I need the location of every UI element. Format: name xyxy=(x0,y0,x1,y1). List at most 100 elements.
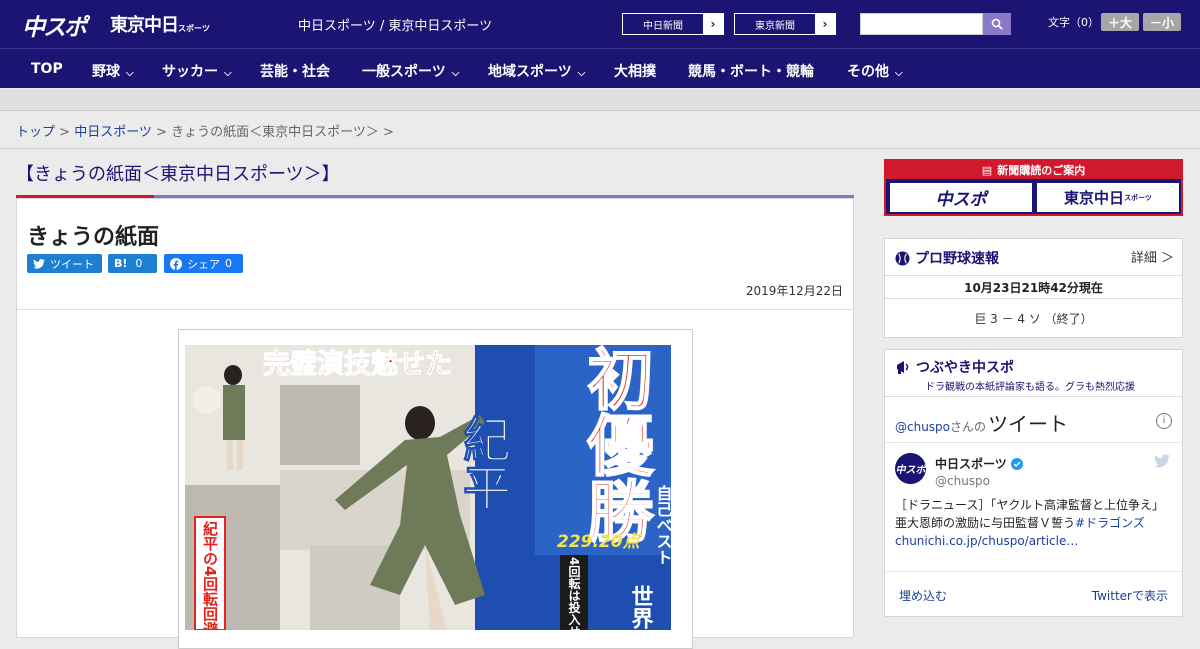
embed-link[interactable]: 埋め込む xyxy=(899,587,947,604)
ext-link-label: 中日新聞 xyxy=(643,20,683,32)
nav-item-soccer[interactable]: サッカー ⌵ xyxy=(162,61,232,81)
tweet-account[interactable]: 中日スポーツ xyxy=(935,455,1023,472)
tweet-account-handle[interactable]: @chuspo xyxy=(935,474,990,488)
breadcrumb-chuspo[interactable]: 中日スポーツ xyxy=(74,125,152,140)
nav-label: 地域スポーツ xyxy=(488,64,572,80)
chevron-right-icon: › xyxy=(703,14,723,34)
twitter-header-main: ツイート xyxy=(988,412,1069,436)
facebook-count: 0 xyxy=(225,257,232,270)
avatar[interactable]: 中スポ xyxy=(895,453,926,484)
tokyo-chunichi-logo[interactable]: 東京中日スポーツ xyxy=(110,11,210,37)
nav-item-local-sports[interactable]: 地域スポーツ ⌵ xyxy=(488,61,585,81)
divider xyxy=(885,396,1182,397)
nav-item-other[interactable]: その他 ⌵ xyxy=(847,61,903,81)
nav-label: 芸能・社会 xyxy=(260,64,330,80)
divider xyxy=(885,571,1182,572)
hatena-count: 0 xyxy=(135,257,143,270)
nav-item-racing[interactable]: 競馬・ボート・競輪 xyxy=(688,61,814,81)
top-bar: 中スポ 東京中日スポーツ 中日スポーツ / 東京中日スポーツ 中日新聞 › 東京… xyxy=(0,0,1200,48)
tweet-hashtag[interactable]: #ドラゴンズ xyxy=(1075,516,1145,530)
search-icon xyxy=(991,18,1003,30)
nav-label: TOP xyxy=(31,61,63,77)
divider xyxy=(885,442,1182,443)
breadcrumb-top[interactable]: トップ xyxy=(16,125,55,140)
twitter-bird-icon xyxy=(33,258,45,269)
chevron-down-icon: ⌵ xyxy=(577,68,586,79)
tokyo-logo-text: 東京中日 xyxy=(110,15,179,36)
tweet-label: ツイート xyxy=(50,257,94,271)
subscription-title: ▤ 新聞購読のご案内 xyxy=(886,161,1181,179)
newspaper-headline-name: 紀平 xyxy=(454,415,510,511)
nav-item-baseball[interactable]: 野球 ⌵ xyxy=(92,61,134,81)
nav-label: サッカー xyxy=(162,64,218,80)
baseball-widget-title: プロ野球速報 xyxy=(915,251,999,267)
search-button[interactable] xyxy=(983,13,1011,35)
tweet-link[interactable]: chunichi.co.jp/chuspo/article… xyxy=(895,534,1078,548)
chevron-down-icon: ⌵ xyxy=(126,68,134,79)
twitter-header-suffix: さんの xyxy=(950,420,987,434)
ext-link-label: 東京新聞 xyxy=(755,20,795,32)
font-bigger-button[interactable]: ＋大 xyxy=(1101,13,1139,31)
tweet-text: ［ドラニュース］「ヤクルト高津監督と上位争え」亜大恩師の激励に与田監督Ｖ誓う#ド… xyxy=(895,496,1175,550)
breadcrumb: トップ > 中日スポーツ > きょうの紙面＜東京中日スポーツ＞ > xyxy=(16,121,394,140)
chevron-down-icon: ⌵ xyxy=(224,68,232,79)
site-title[interactable]: 中日スポーツ / 東京中日スポーツ xyxy=(298,15,492,34)
tokyo-shimbun-link[interactable]: 東京新聞 › xyxy=(734,13,836,35)
newspaper-headline-main: 初優勝 xyxy=(577,345,655,543)
subscribe-chuspo-button[interactable]: 中スポ xyxy=(890,183,1032,212)
tweets-widget: つぶやき中スポ ドラ観戦の本紙評論家も語る。グラも熱烈応援 @chuspo さん… xyxy=(884,349,1183,617)
hatena-bookmark-button[interactable]: B! 0 xyxy=(108,254,157,273)
newspaper-side-note-3: 世界 xyxy=(628,585,654,630)
nav-label: 一般スポーツ xyxy=(362,64,446,80)
baseball-widget: プロ野球速報 詳細 ＞ 10月23日21時42分現在 巨 3 － 4 ソ （終了… xyxy=(884,238,1183,338)
chuspo-logo[interactable]: 中スポ xyxy=(22,8,87,42)
nav-item-top[interactable]: TOP xyxy=(31,61,63,77)
facebook-icon xyxy=(170,257,182,270)
twitter-header-user[interactable]: @chuspo xyxy=(895,420,950,434)
chunichi-shimbun-link[interactable]: 中日新聞 › xyxy=(622,13,724,35)
nav-label: 競馬・ボート・競輪 xyxy=(688,64,814,80)
tweets-widget-header: つぶやき中スポ xyxy=(895,357,1014,377)
facebook-share-button[interactable]: シェア 0 xyxy=(164,254,243,273)
avatar-logo-text: 中スポ xyxy=(895,465,926,476)
subscription-banner[interactable]: ▤ 新聞購読のご案内 中スポ 東京中日 スポーツ xyxy=(884,159,1183,216)
newspaper-illustration: 完璧演技魅せた 紀平 初優勝 自己ベスト 229.20点 紀平の4回転回避は 4… xyxy=(185,345,671,630)
nav-item-sumo[interactable]: 大相撲 xyxy=(614,61,656,81)
divider xyxy=(17,309,853,310)
search-input[interactable] xyxy=(860,13,983,35)
chevron-right-icon: › xyxy=(815,14,835,34)
view-on-twitter-link[interactable]: Twitterで表示 xyxy=(1092,587,1168,604)
nav-label: 大相撲 xyxy=(614,64,656,80)
chevron-down-icon: ⌵ xyxy=(451,68,460,79)
baseball-game-score[interactable]: 巨 3 － 4 ソ （終了） xyxy=(885,310,1182,327)
chevron-down-icon: ⌵ xyxy=(895,68,903,79)
info-icon[interactable]: i xyxy=(1156,413,1172,429)
nav-item-entertainment[interactable]: 芸能・社会 xyxy=(260,61,330,81)
page-title: きょうの紙面 xyxy=(27,225,160,250)
baseball-icon xyxy=(895,250,910,266)
baseball-widget-header: プロ野球速報 xyxy=(895,248,999,268)
twitter-bird-icon[interactable] xyxy=(1154,454,1170,468)
tweet-button[interactable]: ツイート xyxy=(27,254,102,273)
subscribe-tokyo-small: スポーツ xyxy=(1124,193,1152,202)
font-size-label: 文字（0） xyxy=(1048,16,1099,29)
nav-label: 野球 xyxy=(92,64,120,80)
baseball-detail-link[interactable]: 詳細 ＞ xyxy=(1131,247,1174,266)
nav-label: その他 xyxy=(847,64,889,80)
nav-item-general-sports[interactable]: 一般スポーツ ⌵ xyxy=(362,61,459,81)
subscribe-tokyo-label: 東京中日 xyxy=(1064,189,1125,207)
breadcrumb-separator: > xyxy=(55,125,75,140)
tweet-account-name: 中日スポーツ xyxy=(935,457,1007,471)
newspaper-side-note-2: 4回転は投入せ xyxy=(567,557,581,630)
publish-date: 2019年12月22日 xyxy=(745,284,843,298)
divider xyxy=(885,298,1182,299)
divider xyxy=(0,148,1200,149)
facebook-share-label: シェア xyxy=(187,257,220,271)
tokyo-logo-small: スポーツ xyxy=(178,24,210,33)
newspaper-sub-best: 自己ベスト xyxy=(654,484,672,565)
tweets-widget-title: つぶやき中スポ xyxy=(916,360,1014,376)
newspaper-front-page-image[interactable]: 完璧演技魅せた 紀平 初優勝 自己ベスト 229.20点 紀平の4回転回避は 4… xyxy=(185,345,671,630)
font-smaller-button[interactable]: －小 xyxy=(1143,13,1181,31)
breadcrumb-separator: > xyxy=(378,125,394,140)
subscribe-tokyo-chunichi-button[interactable]: 東京中日 スポーツ xyxy=(1037,183,1179,212)
